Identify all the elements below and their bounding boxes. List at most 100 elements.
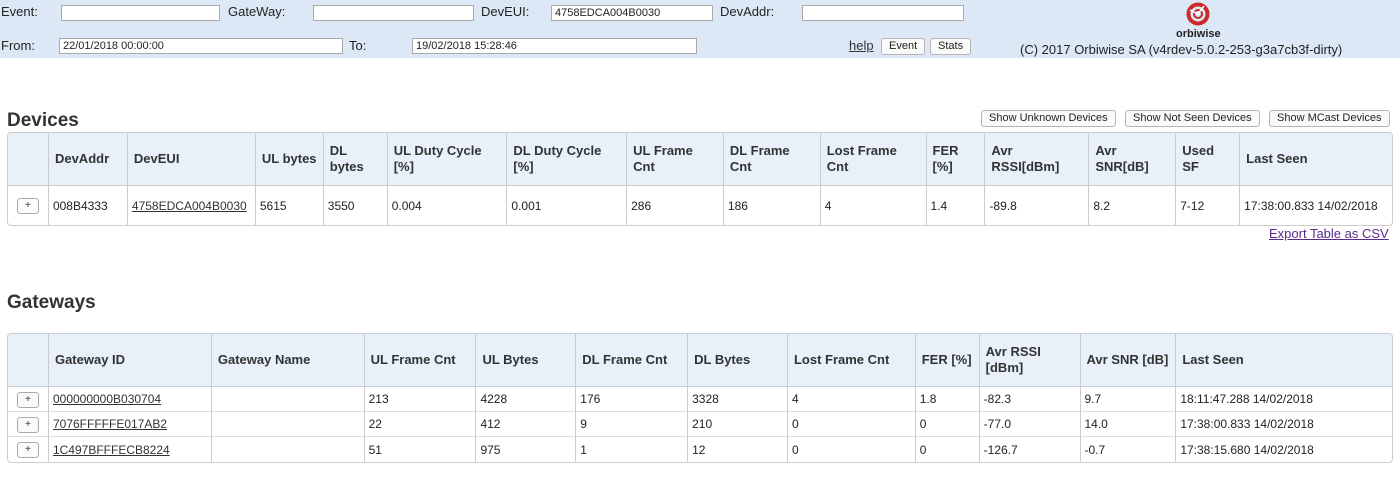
column-header-fer[interactable]: FER [%] — [926, 133, 986, 186]
column-header-ul-frame-cnt[interactable]: UL Frame Cnt — [364, 334, 477, 387]
cell-ul-frame-cnt: 286 — [627, 186, 724, 225]
show-mcast-devices-button[interactable]: Show MCast Devices — [1269, 110, 1390, 127]
cell-dl-bytes: 210 — [688, 412, 788, 437]
gateways-title: Gateways — [7, 292, 96, 313]
column-header-deveui[interactable]: DevEUI — [127, 133, 256, 186]
cell-lost-frame-cnt: 0 — [788, 437, 916, 462]
cell-lost-frame-cnt: 4 — [787, 387, 916, 412]
cell-avr-snr: 14.0 — [1080, 412, 1177, 437]
column-header-fer[interactable]: FER [%] — [915, 334, 980, 387]
show-not-seen-devices-button[interactable]: Show Not Seen Devices — [1125, 110, 1260, 127]
from-input[interactable] — [59, 38, 343, 54]
stats-button[interactable]: Stats — [930, 38, 972, 55]
column-header-last-seen[interactable]: Last Seen — [1240, 133, 1392, 186]
cell-fer: 1.4 — [927, 186, 986, 225]
deveui-label: DevEUI: — [481, 4, 530, 19]
expand-column-header — [8, 133, 49, 186]
column-header-devaddr[interactable]: DevAddr — [48, 133, 128, 186]
cell-gateway-id: 1C497BFFFECB8224 — [49, 437, 212, 462]
logo-text: orbiwise — [1176, 28, 1221, 40]
devices-header-row: DevAddr DevEUI UL bytes DL bytes UL Duty… — [8, 133, 1392, 186]
help-link[interactable]: help — [849, 38, 874, 53]
gateway-input[interactable] — [313, 5, 474, 21]
to-label: To: — [349, 38, 367, 53]
cell-gateway-name — [212, 437, 365, 462]
event-label: Event: — [1, 4, 38, 19]
column-header-dl-duty-cycle[interactable]: DL Duty Cycle [%] — [507, 133, 628, 186]
gateway-id-link[interactable]: 000000000B030704 — [53, 392, 161, 406]
cell-avr-rssi: -89.8 — [985, 186, 1090, 225]
column-header-avr-snr[interactable]: Avr SNR[dB] — [1089, 133, 1177, 186]
devaddr-label: DevAddr: — [720, 4, 775, 19]
expand-row-button[interactable]: + — [16, 416, 39, 433]
column-header-avr-snr[interactable]: Avr SNR [dB] — [1080, 334, 1177, 387]
cell-dl-frame-cnt: 1 — [576, 437, 689, 462]
cell-dl-duty-cycle: 0.001 — [507, 186, 628, 225]
cell-last-seen: 17:38:15.680 14/02/2018 — [1180, 442, 1314, 457]
orbiwise-logo: orbiwise — [1176, 2, 1221, 40]
column-header-last-seen[interactable]: Last Seen — [1176, 334, 1392, 387]
cell-dl-frame-cnt: 9 — [576, 412, 689, 437]
table-row: + 1C497BFFFECB8224 51 975 1 12 0 0 -126.… — [8, 437, 1392, 462]
column-header-dl-frame-cnt[interactable]: DL Frame Cnt — [576, 334, 689, 387]
cell-gateway-id: 000000000B030704 — [48, 387, 212, 412]
deveui-input[interactable] — [551, 5, 713, 21]
cell-dl-bytes: 3550 — [324, 186, 388, 225]
cell-ul-frame-cnt: 51 — [365, 437, 477, 462]
column-header-avr-rssi[interactable]: Avr RSSI [dBm] — [979, 334, 1081, 387]
gateway-id-link[interactable]: 7076FFFFFE017AB2 — [53, 417, 167, 431]
cell-ul-bytes: 975 — [476, 437, 577, 462]
cell-gateway-name — [211, 387, 365, 412]
column-header-dl-bytes[interactable]: DL bytes — [323, 133, 388, 186]
show-unknown-devices-button[interactable]: Show Unknown Devices — [981, 110, 1116, 127]
cell-dl-frame-cnt: 186 — [724, 186, 821, 225]
cell-lost-frame-cnt: 0 — [787, 412, 916, 437]
devices-title: Devices — [7, 110, 79, 131]
gateways-table: Gateway ID Gateway Name UL Frame Cnt UL … — [7, 333, 1393, 463]
column-header-dl-bytes[interactable]: DL Bytes — [688, 334, 788, 387]
devaddr-input[interactable] — [802, 5, 964, 21]
cell-avr-snr: 9.7 — [1080, 387, 1177, 412]
cell-ul-duty-cycle: 0.004 — [388, 186, 508, 225]
column-header-lost-frame-cnt[interactable]: Lost Frame Cnt — [820, 133, 927, 186]
filter-bar: Event: GateWay: DevEUI: DevAddr: From: T… — [0, 0, 1400, 58]
expand-column-header — [8, 334, 49, 387]
orbiwise-logo-icon — [1186, 2, 1210, 26]
event-input[interactable] — [61, 5, 220, 21]
column-header-lost-frame-cnt[interactable]: Lost Frame Cnt — [787, 334, 916, 387]
to-input[interactable] — [412, 38, 697, 54]
deveui-link[interactable]: 4758EDCA004B0030 — [132, 199, 247, 213]
cell-dl-bytes: 12 — [688, 437, 788, 462]
column-header-ul-bytes[interactable]: UL bytes — [255, 133, 324, 186]
cell-ul-frame-cnt: 22 — [364, 412, 477, 437]
copyright-text: (C) 2017 Orbiwise SA (v4rdev-5.0.2-253-g… — [1020, 42, 1343, 57]
gateway-id-link[interactable]: 1C497BFFFECB8224 — [53, 443, 170, 457]
column-header-dl-frame-cnt[interactable]: DL Frame Cnt — [723, 133, 821, 186]
expand-row-button[interactable]: + — [16, 442, 39, 458]
column-header-gateway-name[interactable]: Gateway Name — [211, 334, 365, 387]
cell-ul-bytes: 412 — [476, 412, 577, 437]
table-row: + 000000000B030704 213 4228 176 3328 4 1… — [8, 387, 1392, 412]
column-header-avr-rssi[interactable]: Avr RSSI[dBm] — [985, 133, 1090, 186]
expand-row-button[interactable]: + — [16, 391, 39, 408]
table-row: + 7076FFFFFE017AB2 22 412 9 210 0 0 -77.… — [8, 412, 1392, 437]
cell-fer: 0 — [916, 437, 980, 462]
column-header-used-sf[interactable]: Used SF — [1176, 133, 1241, 186]
cell-avr-rssi: -82.3 — [979, 387, 1081, 412]
column-header-ul-duty-cycle[interactable]: UL Duty Cycle [%] — [387, 133, 508, 186]
cell-fer: 1.8 — [915, 387, 980, 412]
column-header-ul-bytes[interactable]: UL Bytes — [476, 334, 577, 387]
cell-ul-bytes: 5615 — [256, 186, 324, 225]
devices-table: DevAddr DevEUI UL bytes DL bytes UL Duty… — [7, 132, 1393, 226]
cell-deveui: 4758EDCA004B0030 — [128, 186, 256, 225]
expand-row-button[interactable]: + — [16, 198, 39, 214]
event-button[interactable]: Event — [881, 38, 926, 55]
cell-last-seen: 17:38:00.833 14/02/2018 — [1244, 198, 1378, 213]
cell-fer: 0 — [915, 412, 980, 437]
column-header-ul-frame-cnt[interactable]: UL Frame Cnt — [627, 133, 724, 186]
column-header-gateway-id[interactable]: Gateway ID — [48, 334, 212, 387]
export-csv-link[interactable]: Export Table as CSV — [1269, 226, 1389, 241]
from-label: From: — [1, 38, 35, 53]
cell-ul-frame-cnt: 213 — [364, 387, 477, 412]
cell-avr-snr: 8.2 — [1089, 186, 1177, 225]
